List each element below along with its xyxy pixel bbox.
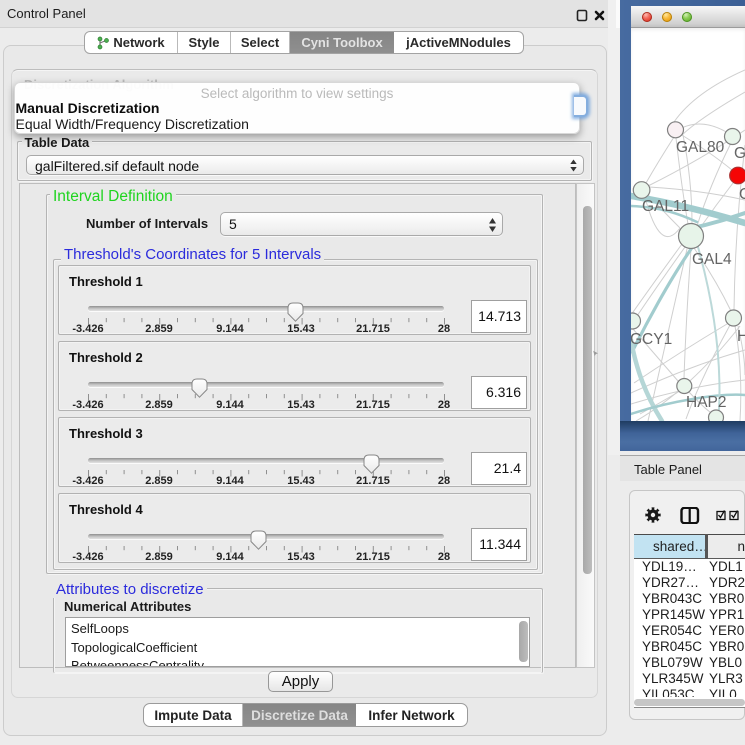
svg-text:GAL11: GAL11 xyxy=(642,198,689,215)
svg-text:HAP2: HAP2 xyxy=(686,394,727,411)
svg-text:GAL4: GAL4 xyxy=(692,251,732,268)
svg-text:C: C xyxy=(739,186,745,203)
svg-text:GA: GA xyxy=(734,145,745,162)
svg-text:GCY1: GCY1 xyxy=(631,331,672,348)
svg-text:H: H xyxy=(737,328,745,345)
svg-text:GAL80: GAL80 xyxy=(676,139,725,156)
